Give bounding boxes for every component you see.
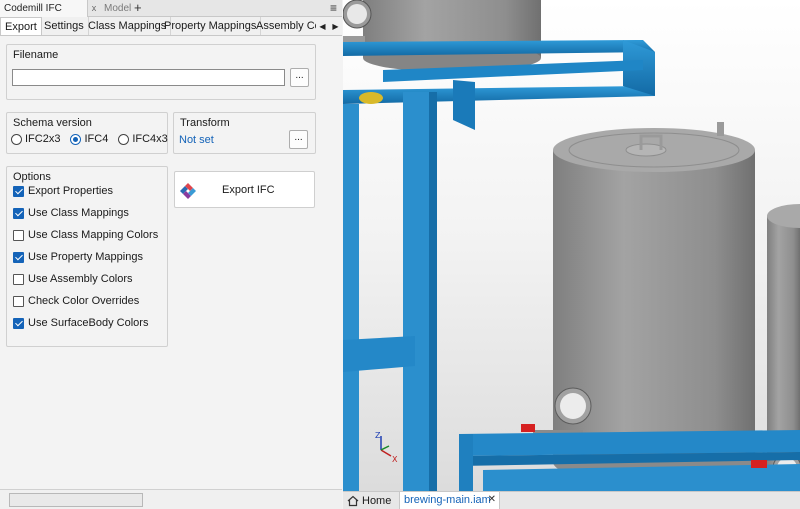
- radio-circle-icon: [118, 133, 130, 145]
- option-label: Export Properties: [28, 185, 113, 197]
- home-tab[interactable]: Home: [347, 492, 391, 509]
- checkbox-unchecked-icon: [13, 229, 24, 241]
- svg-text:Z: Z: [375, 431, 381, 440]
- filename-browse-button[interactable]: ...: [290, 68, 309, 87]
- checkbox-unchecked-icon: [13, 295, 24, 307]
- filename-group: Filename ...: [6, 44, 316, 100]
- document-tab-bar: Home brewing-main.iam ✕: [343, 491, 800, 509]
- option-use-property-mappings[interactable]: Use Property Mappings: [13, 251, 143, 263]
- checkbox-unchecked-icon: [13, 273, 24, 285]
- 3d-viewport[interactable]: Z X: [343, 0, 800, 491]
- filename-group-title: Filename: [13, 49, 59, 61]
- panel-titlebar: Codemill IFC Exporter x Model + ≡: [0, 0, 342, 31]
- options-group: Options Export Properties Use Class Mapp…: [6, 166, 168, 347]
- transform-browse-button[interactable]: ...: [289, 130, 308, 149]
- tab-class-mappings[interactable]: Class Mappings: [84, 17, 172, 35]
- option-label: Use Property Mappings: [28, 251, 143, 263]
- svg-text:X: X: [392, 455, 398, 464]
- radio-label: IFC4: [84, 133, 109, 145]
- export-tab-content: Filename ... Schema version IFC2x3 IFC4 …: [0, 36, 342, 489]
- doc-tab-label: brewing-main.iam: [404, 494, 491, 506]
- export-ifc-label: Export IFC: [222, 184, 275, 196]
- schema-radio-ifc2x3[interactable]: IFC2x3: [11, 133, 60, 145]
- export-ifc-button[interactable]: Export IFC: [174, 171, 315, 208]
- checkbox-checked-icon: [13, 317, 24, 329]
- option-label: Check Color Overrides: [28, 295, 140, 307]
- home-tab-label: Home: [362, 495, 392, 507]
- panel-menu-icon[interactable]: ≡: [326, 0, 341, 17]
- schema-version-group: Schema version IFC2x3 IFC4 IFC4x3: [6, 112, 168, 154]
- tab-scroll-controls: ◀ ▶: [316, 17, 342, 35]
- add-tab-icon[interactable]: +: [130, 0, 146, 17]
- home-icon: [347, 495, 359, 507]
- checkbox-checked-icon: [13, 207, 24, 219]
- transform-title: Transform: [180, 117, 230, 129]
- tab-strip: Export Settings Class Mappings Property …: [0, 17, 342, 36]
- radio-label: IFC4x3: [132, 133, 168, 145]
- option-check-color-overrides[interactable]: Check Color Overrides: [13, 295, 139, 307]
- tab-brewing-main[interactable]: brewing-main.iam ✕: [399, 492, 500, 509]
- status-bar: [0, 489, 342, 509]
- radio-circle-icon: [11, 133, 22, 145]
- tab-property-mappings[interactable]: Property Mappings: [160, 17, 262, 35]
- close-icon[interactable]: ✕: [488, 492, 496, 508]
- schema-radio-ifc4x3[interactable]: IFC4x3: [118, 133, 168, 145]
- option-use-class-mappings[interactable]: Use Class Mappings: [13, 207, 129, 219]
- option-use-class-mapping-colors[interactable]: Use Class Mapping Colors: [13, 229, 158, 241]
- tab-assembly-colors[interactable]: Assembly Co: [252, 17, 326, 35]
- tab-export[interactable]: Export: [0, 17, 42, 35]
- ifc-exporter-panel: Codemill IFC Exporter x Model + ≡ Export…: [0, 0, 342, 509]
- transform-value-link[interactable]: Not set: [179, 134, 214, 146]
- schema-radio-ifc4[interactable]: IFC4: [70, 133, 108, 145]
- radio-circle-selected-icon: [70, 133, 82, 145]
- option-export-properties[interactable]: Export Properties: [13, 185, 113, 197]
- filename-input[interactable]: [12, 69, 285, 86]
- transform-group: Transform Not set ...: [173, 112, 316, 154]
- checkbox-checked-icon: [13, 185, 24, 197]
- radio-label: IFC2x3: [25, 133, 61, 145]
- tab-settings[interactable]: Settings: [40, 17, 89, 35]
- tab-codemill-ifc-exporter[interactable]: Codemill IFC Exporter: [0, 0, 88, 31]
- checkbox-checked-icon: [13, 251, 24, 263]
- option-label: Use Class Mapping Colors: [28, 229, 159, 241]
- tab-scroll-right-icon[interactable]: ▶: [329, 17, 342, 35]
- status-field: [9, 493, 143, 507]
- tank-main: [533, 122, 755, 484]
- close-icon[interactable]: x: [88, 0, 100, 17]
- option-use-assembly-colors[interactable]: Use Assembly Colors: [13, 273, 133, 285]
- options-title: Options: [13, 171, 51, 183]
- schema-version-title: Schema version: [13, 117, 92, 129]
- option-use-surfacebody-colors[interactable]: Use SurfaceBody Colors: [13, 317, 148, 329]
- ifc-logo-icon: [180, 183, 196, 199]
- option-label: Use Class Mappings: [28, 207, 129, 219]
- tab-scroll-left-icon[interactable]: ◀: [316, 17, 329, 35]
- frame-lower: [459, 424, 800, 491]
- tank-top-left: [343, 0, 541, 72]
- option-label: Use Assembly Colors: [28, 273, 133, 285]
- axis-triad-icon: Z X: [375, 431, 398, 464]
- option-label: Use SurfaceBody Colors: [28, 317, 149, 329]
- assembly-model-render: Z X: [343, 0, 800, 491]
